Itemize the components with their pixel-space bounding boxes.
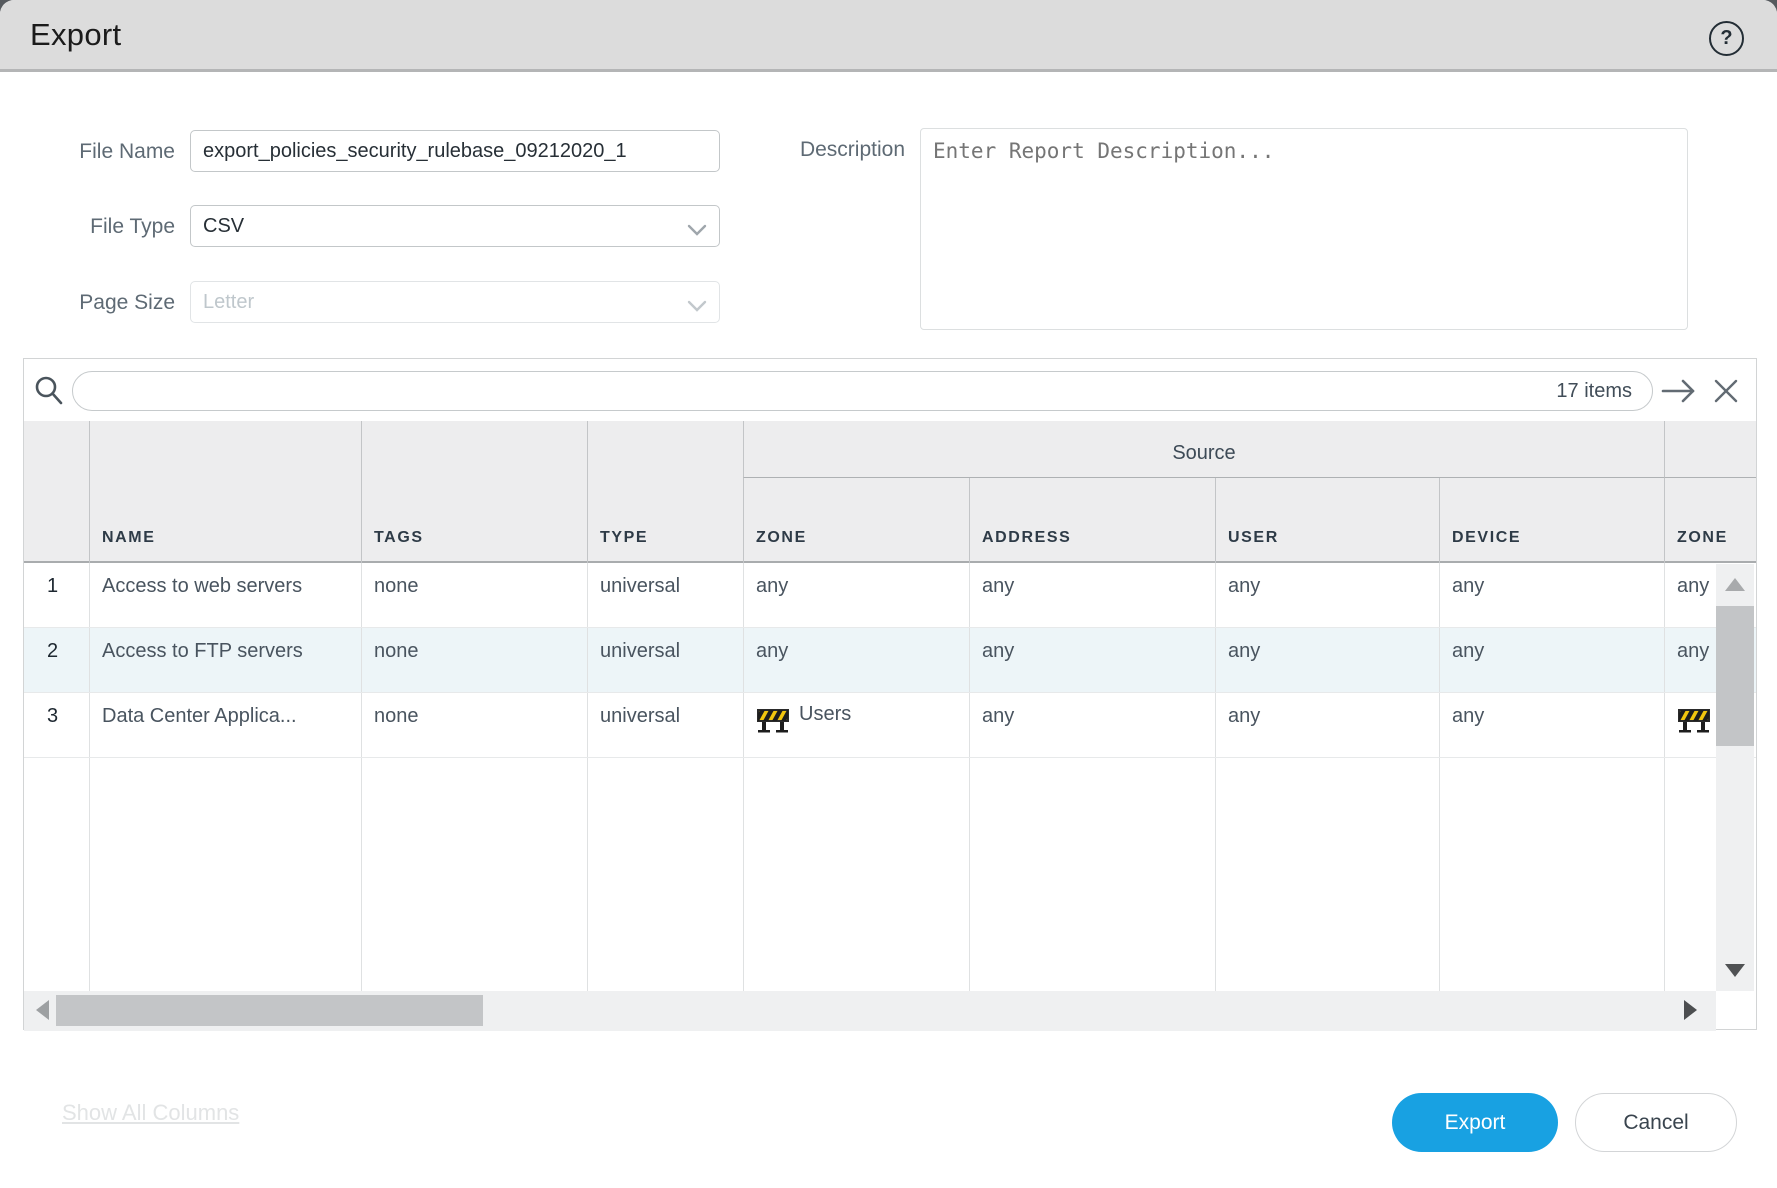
- cell-source-zone: Users: [743, 693, 969, 757]
- cancel-button[interactable]: Cancel: [1575, 1093, 1737, 1152]
- table-row: 2 Access to FTP servers none universal a…: [24, 628, 1756, 693]
- table-search-row: 17 items: [24, 359, 1756, 421]
- cell-tags: none: [361, 693, 587, 757]
- horizontal-scrollbar-thumb[interactable]: [56, 995, 483, 1026]
- vertical-scrollbar[interactable]: [1716, 564, 1754, 991]
- cell-source-address: any: [969, 693, 1215, 757]
- column-header-source-user: USER: [1215, 478, 1439, 563]
- cell-source-user: any: [1215, 628, 1439, 692]
- column-header-tags: TAGS: [361, 421, 587, 563]
- column-header-source-address: ADDRESS: [969, 478, 1215, 563]
- items-count: 17 items: [1556, 380, 1652, 403]
- apply-filter-arrow-icon[interactable]: [1660, 378, 1698, 409]
- show-all-columns-link[interactable]: Show All Columns: [62, 1100, 239, 1126]
- file-name-input[interactable]: export_policies_security_rulebase_092120…: [190, 130, 720, 172]
- construction-barrier-icon: [756, 703, 790, 733]
- column-header-source-device: DEVICE: [1439, 478, 1664, 563]
- group-header-destination: [1664, 421, 1756, 478]
- cell-source-address: any: [969, 563, 1215, 627]
- chevron-down-icon: [687, 296, 707, 319]
- cell-source-device: any: [1439, 628, 1664, 692]
- cell-tags: none: [361, 628, 587, 692]
- cell-type: universal: [587, 628, 743, 692]
- cell-source-user: any: [1215, 693, 1439, 757]
- export-dialog: Export ? File Name export_policies_secur…: [0, 0, 1777, 1188]
- cell-source-device: any: [1439, 693, 1664, 757]
- cell-source-zone-text: Users: [799, 703, 851, 726]
- scroll-up-arrow-icon[interactable]: [1725, 578, 1745, 591]
- table-body: 1 Access to web servers none universal a…: [24, 563, 1756, 991]
- search-pill: 17 items: [72, 371, 1653, 411]
- cell-source-zone: any: [743, 628, 969, 692]
- scroll-right-arrow-icon[interactable]: [1684, 1000, 1697, 1020]
- cell-name: Access to FTP servers: [89, 628, 361, 692]
- table-header: NAME TAGS TYPE Source ZONE ADDRESS USER …: [24, 421, 1756, 563]
- help-icon[interactable]: ?: [1709, 21, 1744, 56]
- horizontal-scrollbar[interactable]: [24, 991, 1716, 1031]
- file-type-select[interactable]: CSV: [190, 205, 720, 247]
- table-row: 3 Data Center Applica... none universal: [24, 693, 1756, 758]
- dialog-title: Export: [30, 17, 121, 53]
- column-header-type: TYPE: [587, 421, 743, 563]
- description-label: Description: [745, 138, 905, 162]
- cell-source-user: any: [1215, 563, 1439, 627]
- cell-tags: none: [361, 563, 587, 627]
- construction-barrier-icon: [1677, 703, 1711, 733]
- page-size-select: Letter: [190, 281, 720, 323]
- clear-filter-x-icon[interactable]: [1712, 377, 1740, 410]
- scroll-down-arrow-icon[interactable]: [1725, 964, 1745, 977]
- row-number: 3: [24, 693, 89, 757]
- file-name-label: File Name: [40, 140, 175, 164]
- table-row: 1 Access to web servers none universal a…: [24, 563, 1756, 628]
- file-type-label: File Type: [40, 215, 175, 239]
- column-header-name: NAME: [89, 421, 361, 563]
- row-number: 1: [24, 563, 89, 627]
- file-type-value: CSV: [203, 215, 244, 238]
- row-number: 2: [24, 628, 89, 692]
- rulebase-preview-panel: 17 items NAME TAGS TYPE Source: [23, 358, 1757, 1030]
- cell-type: universal: [587, 563, 743, 627]
- vertical-scrollbar-thumb[interactable]: [1716, 606, 1754, 746]
- scroll-left-arrow-icon[interactable]: [36, 1000, 49, 1020]
- column-header-source-zone: ZONE: [743, 478, 969, 563]
- cell-name: Access to web servers: [89, 563, 361, 627]
- page-size-value: Letter: [203, 291, 254, 314]
- search-icon: [33, 375, 65, 412]
- cell-source-zone: any: [743, 563, 969, 627]
- page-size-label: Page Size: [40, 291, 175, 315]
- cell-source-address: any: [969, 628, 1215, 692]
- description-input[interactable]: [920, 128, 1688, 330]
- column-header-dest-zone: ZONE: [1664, 478, 1756, 563]
- cell-type: universal: [587, 693, 743, 757]
- cell-name: Data Center Applica...: [89, 693, 361, 757]
- chevron-down-icon: [687, 220, 707, 243]
- search-input[interactable]: [73, 380, 1556, 402]
- table-empty-area: [24, 758, 1756, 991]
- dialog-titlebar: Export ?: [0, 0, 1777, 72]
- export-button[interactable]: Export: [1392, 1093, 1558, 1152]
- cell-source-device: any: [1439, 563, 1664, 627]
- group-header-source: Source: [743, 421, 1664, 478]
- column-header-rownum: [24, 421, 89, 563]
